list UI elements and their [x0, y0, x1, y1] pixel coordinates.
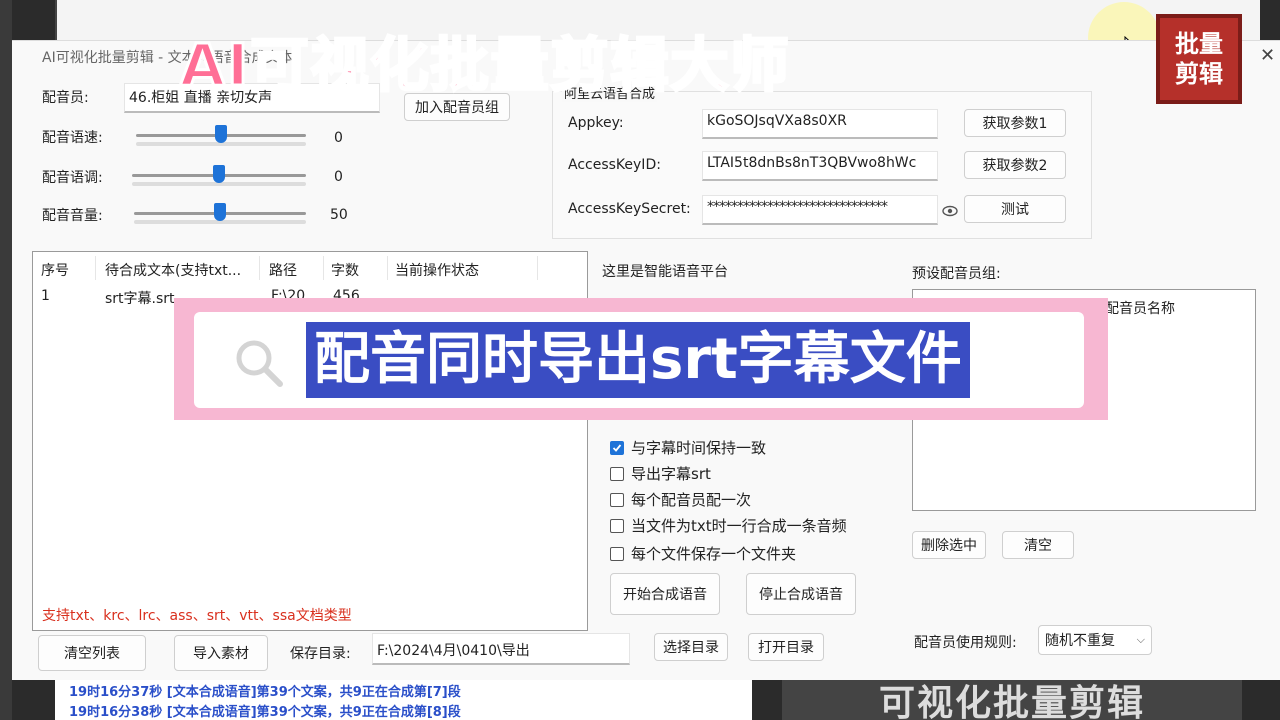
checkbox-label: 每个配音员配一次: [631, 491, 752, 509]
speed-value: 0: [334, 130, 343, 146]
header-separator: [387, 256, 388, 280]
speed-slider[interactable]: [136, 125, 306, 146]
cell-text: srt字幕.srt: [105, 291, 175, 307]
speed-label: 配音语速:: [42, 130, 103, 146]
overlay-title: AI可视化批量剪辑大师: [178, 30, 791, 101]
voice-label: 配音员:: [42, 90, 89, 106]
caption-banner: 配音同时导出srt字幕文件: [174, 298, 1108, 420]
log-line: 19时16分38秒 [文本合成语音]第39个文案，共9正在合成第[8]段: [69, 705, 461, 720]
platform-label: 这里是智能语音平台: [602, 264, 728, 280]
save-dir-input[interactable]: F:\2024\4月\0410\导出: [372, 633, 630, 665]
get-param1-button[interactable]: 获取参数1: [964, 109, 1066, 137]
checkbox-empty-icon: [610, 466, 624, 481]
get-param2-button[interactable]: 获取参数2: [964, 151, 1066, 179]
accesskeyid-label: AccessKeyID:: [568, 157, 661, 173]
start-synthesis-button[interactable]: 开始合成语音: [610, 573, 720, 615]
checkbox-empty-icon: [610, 518, 624, 533]
txt-line-checkbox[interactable]: 当文件为txt时一行合成一条音频: [610, 515, 847, 536]
pitch-value: 0: [334, 169, 343, 185]
close-icon[interactable]: ✕: [1260, 45, 1275, 66]
import-material-button[interactable]: 导入素材: [174, 635, 268, 671]
folder-each-checkbox[interactable]: 每个文件保存一个文件夹: [610, 543, 796, 564]
checkbox-label: 与字幕时间保持一致: [631, 439, 767, 457]
test-button[interactable]: 测试: [964, 195, 1066, 223]
rule-select[interactable]: 随机不重复 ⌵: [1038, 625, 1152, 655]
table-header-text: 待合成文本(支持txt...: [105, 263, 242, 279]
header-separator: [95, 256, 96, 280]
open-dir-button[interactable]: 打开目录: [748, 633, 824, 661]
search-icon: [236, 340, 283, 387]
choose-dir-button[interactable]: 选择目录: [654, 633, 728, 661]
eye-icon[interactable]: [942, 205, 958, 217]
background-video-caption: 可视化批量剪辑: [782, 680, 1242, 720]
clear-list-button[interactable]: 清空列表: [38, 635, 146, 671]
background-left-strip: [0, 0, 12, 720]
secret-input[interactable]: ******************************: [702, 195, 938, 225]
secret-label: AccessKeySecret:: [568, 201, 691, 217]
header-separator: [323, 256, 324, 280]
pitch-slider[interactable]: [132, 165, 306, 186]
pitch-label: 配音语调:: [42, 170, 103, 186]
checkbox-checked-icon: [610, 440, 624, 455]
header-separator: [537, 256, 538, 280]
slider-thumb[interactable]: [214, 203, 226, 221]
seal-line: 批量: [1175, 30, 1223, 58]
rule-select-value: 随机不重复: [1045, 633, 1115, 649]
log-line: 19时16分37秒 [文本合成语音]第39个文案，共9正在合成第[7]段: [69, 685, 461, 700]
banner-caption-text: 配音同时导出srt字幕文件: [306, 322, 970, 398]
checkbox-empty-icon: [610, 546, 624, 561]
checkbox-label: 每个文件保存一个文件夹: [631, 545, 797, 563]
supported-formats-hint: 支持txt、krc、lrc、ass、srt、vtt、ssa文档类型: [42, 608, 352, 624]
slider-thumb[interactable]: [215, 125, 227, 143]
save-dir-label: 保存目录:: [290, 646, 351, 662]
volume-value: 50: [330, 207, 348, 223]
keep-sync-checkbox[interactable]: 与字幕时间保持一致: [610, 437, 766, 458]
header-separator: [259, 256, 260, 280]
slider-thumb[interactable]: [213, 165, 225, 183]
table-header-index: 序号: [41, 263, 69, 279]
delete-selected-button[interactable]: 删除选中: [912, 531, 986, 559]
appkey-input[interactable]: kGoSOJsqVXa8s0XR: [702, 109, 938, 139]
brand-seal: 批量 剪辑: [1156, 14, 1242, 104]
checkbox-label: 当文件为txt时一行合成一条音频: [631, 517, 847, 535]
accesskeyid-input[interactable]: LTAI5t8dnBs8nT3QBVwo8hWc: [702, 151, 938, 181]
table-header-path: 路径: [269, 263, 297, 279]
stop-synthesis-button[interactable]: 停止合成语音: [746, 573, 856, 615]
chevron-down-icon: ⌵: [1136, 633, 1145, 646]
table-header-count: 字数: [331, 263, 359, 279]
each-voice-checkbox[interactable]: 每个配音员配一次: [610, 489, 751, 510]
checkbox-empty-icon: [610, 492, 624, 507]
volume-label: 配音音量:: [42, 208, 103, 224]
volume-slider[interactable]: [134, 203, 306, 224]
checkbox-label: 导出字幕srt: [631, 465, 711, 483]
appkey-label: Appkey:: [568, 115, 624, 131]
seal-line: 剪辑: [1175, 60, 1223, 88]
preset-column-header: 配音员名称: [1105, 301, 1175, 317]
cell-index: 1: [41, 288, 50, 304]
preset-label: 预设配音员组:: [912, 266, 1001, 282]
rule-label: 配音员使用规则:: [914, 635, 1017, 651]
export-srt-checkbox[interactable]: 导出字幕srt: [610, 463, 711, 484]
banner-search-box: 配音同时导出srt字幕文件: [194, 312, 1084, 408]
table-header-status: 当前操作状态: [395, 263, 479, 279]
log-panel: 19时16分37秒 [文本合成语音]第39个文案，共9正在合成第[7]段 19时…: [55, 680, 752, 720]
clear-preset-button[interactable]: 清空: [1002, 531, 1074, 559]
